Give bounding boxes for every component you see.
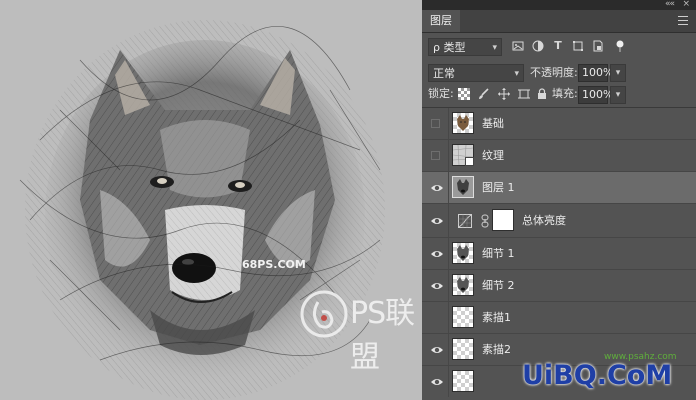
- layer-row-selected[interactable]: 图层 1: [422, 172, 696, 204]
- eye-icon[interactable]: [430, 279, 444, 293]
- visibility-toggle-off[interactable]: [431, 119, 440, 128]
- uibq-watermark: www.psahz.com UiBQ.CoM: [520, 352, 696, 400]
- close-panel-icon[interactable]: ×: [682, 0, 690, 9]
- layer-name[interactable]: 图层 1: [482, 172, 515, 203]
- eye-icon[interactable]: [430, 181, 444, 195]
- layer-name[interactable]: 细节 2: [482, 270, 515, 301]
- document-canvas[interactable]: 68PS.COM PS联盟: [0, 0, 422, 400]
- layer-thumbnail: [452, 176, 474, 198]
- layer-name[interactable]: 细节 1: [482, 238, 515, 269]
- visibility-toggle-off[interactable]: [431, 151, 440, 160]
- mask-link-icon[interactable]: [480, 214, 490, 228]
- smart-object-filter-icon[interactable]: [592, 40, 604, 52]
- opacity-input[interactable]: 100%: [578, 64, 613, 82]
- layer-name[interactable]: 总体亮度: [522, 204, 566, 237]
- lock-image-pixels-brush-icon[interactable]: [478, 88, 490, 100]
- layer-thumbnail: [452, 370, 474, 392]
- layer-name[interactable]: 基础: [482, 108, 504, 139]
- fill-input[interactable]: 100%: [578, 86, 613, 104]
- collapse-panel-icon[interactable]: ««: [665, 0, 675, 9]
- curves-adjustment-icon: [458, 214, 472, 228]
- layer-name[interactable]: 纹理: [482, 140, 504, 171]
- smart-object-badge-icon: [465, 157, 474, 166]
- artboard-autonest-icon[interactable]: [518, 88, 530, 100]
- layer-name[interactable]: 素描1: [482, 302, 511, 333]
- chevron-down-icon: ▾: [492, 43, 497, 53]
- panel-tab-bar: 图层: [422, 10, 696, 33]
- adjustment-filter-icon[interactable]: [532, 40, 544, 52]
- layer-thumbnail: [452, 242, 474, 264]
- layer-row[interactable]: 基础: [422, 108, 696, 140]
- lock-transparent-pixels-icon[interactable]: [458, 88, 470, 100]
- layer-row[interactable]: 总体亮度: [422, 204, 696, 238]
- site-watermark: 68PS.COM: [242, 258, 306, 271]
- opacity-slider-toggle[interactable]: ▾: [610, 64, 626, 82]
- opacity-label: 不透明度:: [530, 66, 578, 79]
- photoshop-window: 68PS.COM PS联盟 «« × 图层 ρ 类型 ▾ T 正常 ▾ 不透明度…: [0, 0, 696, 400]
- filter-kind-label: ρ 类型: [433, 41, 466, 54]
- uibq-logo-text: UiBQ.CoM: [522, 360, 673, 391]
- tab-layers[interactable]: 图层: [422, 10, 460, 32]
- layer-name[interactable]: 素描2: [482, 334, 511, 365]
- text-filter-icon[interactable]: T: [552, 40, 564, 52]
- blend-mode-select[interactable]: 正常 ▾: [428, 64, 524, 82]
- layer-row[interactable]: 素描1: [422, 302, 696, 334]
- blend-mode-value: 正常: [433, 67, 455, 80]
- layer-row[interactable]: 细节 2: [422, 270, 696, 302]
- layer-row[interactable]: 纹理: [422, 140, 696, 172]
- lock-label: 锁定:: [428, 87, 454, 100]
- lock-all-icon[interactable]: [536, 88, 548, 100]
- panel-menu-icon[interactable]: [678, 16, 688, 25]
- layer-thumbnail: [452, 274, 474, 296]
- chevron-down-icon: ▾: [514, 69, 519, 79]
- layer-mask-thumbnail[interactable]: [492, 209, 514, 231]
- fill-label: 填充:: [552, 87, 578, 100]
- ps-union-logo: PS联盟: [296, 282, 422, 375]
- layers-panel: «« × 图层 ρ 类型 ▾ T 正常 ▾ 不透明度: 100% ▾ 锁定: 填…: [422, 0, 696, 400]
- layer-row[interactable]: 细节 1: [422, 238, 696, 270]
- layer-thumbnail: [452, 306, 474, 328]
- ps-union-text: PS联盟: [350, 296, 415, 375]
- pixel-toggle-icon[interactable]: [614, 40, 626, 52]
- layer-thumbnail: [452, 112, 474, 134]
- eye-icon[interactable]: [430, 375, 444, 389]
- layer-filter-kind-select[interactable]: ρ 类型 ▾: [428, 38, 502, 56]
- eye-icon[interactable]: [430, 247, 444, 261]
- eye-icon[interactable]: [430, 343, 444, 357]
- image-filter-icon[interactable]: [512, 40, 524, 52]
- layer-thumbnail: [452, 338, 474, 360]
- shape-filter-icon[interactable]: [572, 40, 584, 52]
- lock-position-move-icon[interactable]: [498, 88, 510, 100]
- fill-slider-toggle[interactable]: ▾: [610, 86, 626, 104]
- eye-icon[interactable]: [430, 214, 444, 228]
- panel-top-strip: «« ×: [422, 0, 696, 10]
